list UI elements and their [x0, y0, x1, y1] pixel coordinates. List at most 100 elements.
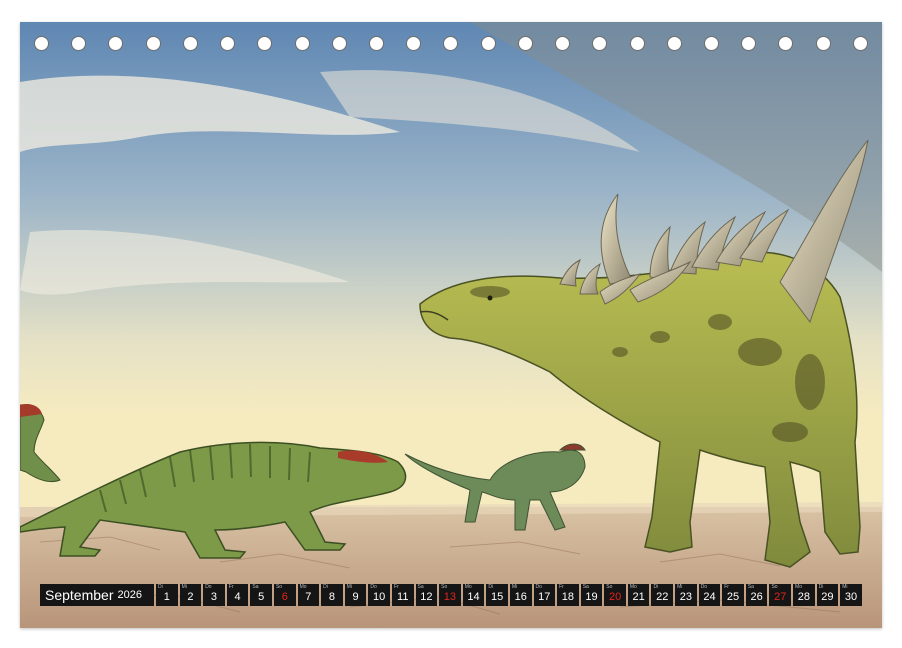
day-number: 27	[774, 590, 787, 603]
weekday-abbrev: Fr	[228, 584, 234, 590]
binding-hole	[108, 36, 124, 51]
day-cell: Fr 11	[391, 584, 414, 606]
binding-hole	[666, 36, 682, 51]
day-number: 10	[373, 590, 386, 603]
binding-hole	[517, 36, 533, 51]
weekday-abbrev: Mi	[181, 584, 187, 590]
day-cell: Mo 7	[297, 584, 320, 606]
binding-hole	[145, 36, 161, 51]
calendar-strip: September 2026 Di 1 Mi 2 Do 3 Fr 4 Sa 5 So 6 Mo 7 Di 8 M…	[40, 584, 862, 606]
day-cell: Do 3	[203, 584, 225, 606]
day-number: 20	[608, 590, 622, 603]
weekday-abbrev: Mo	[299, 584, 307, 590]
day-cell: Di 22	[651, 584, 674, 606]
weekday-abbrev: Fr	[393, 584, 399, 590]
binding-hole	[71, 36, 87, 51]
weekday-abbrev: Mo	[795, 584, 802, 590]
day-number: 3	[210, 590, 218, 603]
year-label: 2026	[117, 589, 142, 601]
day-number: 11	[397, 590, 409, 603]
day-cell: Do 17	[533, 584, 556, 606]
day-number: 18	[561, 590, 575, 603]
day-cell: Sa 5	[250, 584, 272, 606]
day-cell: Di 29	[816, 584, 839, 606]
day-cell: So 27	[769, 584, 792, 606]
weekday-abbrev: Sa	[417, 584, 424, 590]
day-number: 15	[490, 590, 504, 603]
binding-hole	[555, 36, 571, 51]
binding-hole	[220, 36, 236, 51]
day-number: 12	[420, 590, 433, 603]
day-cell: Di 8	[321, 584, 343, 606]
day-number: 22	[656, 590, 669, 603]
binding-hole	[294, 36, 310, 51]
calendar-page: September 2026 Di 1 Mi 2 Do 3 Fr 4 Sa 5 So 6 Mo 7 Di 8 M…	[20, 22, 882, 628]
weekday-abbrev: So	[275, 584, 283, 590]
day-cell: Di 1	[156, 584, 178, 606]
day-cell: So 6	[273, 584, 296, 606]
day-cell: Mi 30	[840, 584, 862, 606]
day-cell: Mi 16	[509, 584, 532, 606]
weekday-abbrev: So	[441, 584, 448, 590]
weekday-abbrev: Fr	[724, 584, 729, 590]
day-cell: So 20	[604, 584, 626, 606]
weekday-abbrev: Do	[205, 584, 212, 590]
weekday-abbrev: Mi	[842, 584, 848, 590]
binding-hole	[741, 36, 757, 51]
day-number: 16	[514, 590, 527, 603]
weekday-abbrev: Sa	[582, 584, 589, 590]
binding-hole	[331, 36, 347, 51]
weekday-abbrev: Di	[323, 584, 328, 590]
weekday-abbrev: Mi	[677, 584, 683, 590]
day-cell: Mi 9	[344, 584, 367, 606]
day-number: 8	[328, 590, 336, 603]
month-label: September 2026	[40, 584, 154, 606]
day-cell: Fr 18	[557, 584, 579, 606]
weekday-abbrev: Do	[535, 584, 542, 590]
dinosaur-scene-image	[20, 22, 882, 628]
day-number: 28	[797, 590, 810, 603]
day-number: 30	[844, 590, 858, 603]
binding-holes	[20, 36, 882, 58]
weekday-abbrev: So	[771, 584, 778, 590]
day-number: 7	[305, 590, 312, 603]
binding-hole	[480, 36, 496, 51]
day-cell: Fr 25	[722, 584, 744, 606]
day-number: 13	[443, 590, 457, 603]
day-number: 21	[632, 590, 645, 603]
day-number: 24	[703, 590, 716, 603]
day-number: 1	[163, 590, 170, 603]
day-cell: Di 15	[486, 584, 508, 606]
day-number: 25	[726, 590, 740, 603]
day-cell: Do 24	[698, 584, 721, 606]
binding-hole	[182, 36, 198, 51]
day-cell: Mo 21	[627, 584, 650, 606]
weekday-abbrev: Mo	[464, 584, 472, 590]
day-cell: Mi 2	[179, 584, 202, 606]
binding-hole	[703, 36, 719, 51]
weekday-abbrev: Sa	[252, 584, 259, 590]
binding-hole	[443, 36, 459, 51]
binding-hole	[368, 36, 384, 51]
weekday-abbrev: Fr	[559, 584, 564, 590]
weekday-abbrev: Sa	[747, 584, 754, 590]
day-cell: Do 10	[368, 584, 390, 606]
binding-hole	[629, 36, 645, 51]
binding-hole	[592, 36, 608, 51]
day-number: 9	[352, 590, 359, 603]
binding-hole	[406, 36, 422, 51]
weekday-abbrev: Mo	[629, 584, 637, 590]
weekday-abbrev: Di	[653, 584, 659, 590]
day-cell: Fr 4	[226, 584, 249, 606]
day-number: 14	[467, 590, 480, 603]
day-cell: Sa 19	[580, 584, 603, 606]
day-cell: Sa 12	[415, 584, 438, 606]
weekday-abbrev: Mi	[511, 584, 518, 590]
weekday-abbrev: Do	[700, 584, 708, 590]
day-number: 4	[234, 590, 241, 603]
weekday-abbrev: So	[606, 584, 613, 590]
weekday-abbrev: Di	[488, 584, 494, 590]
day-number: 17	[538, 590, 551, 603]
weekday-abbrev: Do	[370, 584, 377, 590]
day-list: Di 1 Mi 2 Do 3 Fr 4 Sa 5 So 6 Mo 7 Di 8 Mi 9 Do 10 Fr 11 Sa 12 S…	[156, 584, 862, 606]
